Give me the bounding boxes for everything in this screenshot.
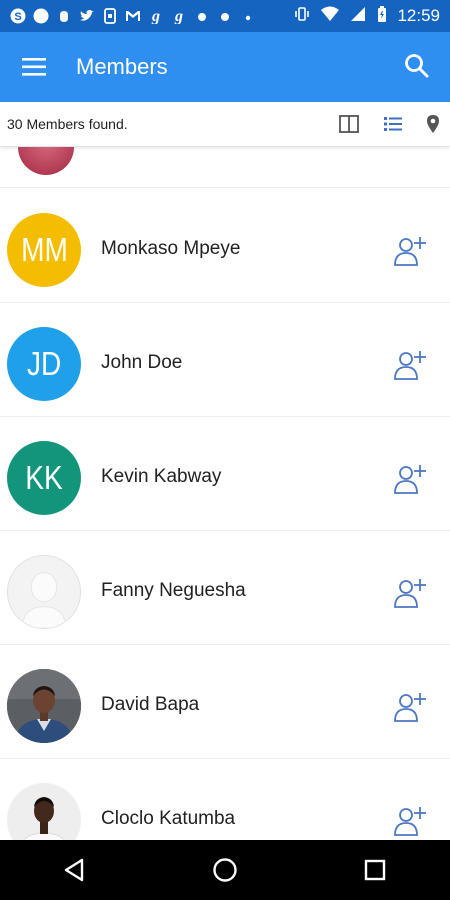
avatar-initials: KK [25, 459, 63, 496]
dot-icon [240, 8, 256, 24]
status-clock: 12:59 [397, 6, 440, 25]
columns-view-icon [339, 115, 359, 133]
list-item[interactable]: JD John Doe [0, 302, 450, 417]
avatar: JD [7, 327, 81, 401]
member-name: Monkaso Mpeye [101, 238, 241, 259]
fist-icon [56, 8, 72, 24]
recents-button[interactable] [360, 855, 390, 885]
svg-text:S: S [14, 11, 21, 23]
page-title: Members [76, 54, 168, 79]
add-member-button[interactable] [393, 462, 427, 496]
twitter-icon [79, 8, 95, 24]
skype-icon: S [10, 8, 26, 24]
status-bar: S g g 12:59 [0, 0, 450, 32]
add-member-button[interactable] [393, 690, 427, 724]
g-icon: g [171, 8, 187, 24]
avatar [18, 147, 74, 175]
search-icon [405, 54, 429, 78]
vibrate-icon [293, 5, 311, 28]
home-circle-icon [213, 858, 237, 882]
system-navigation-bar [0, 840, 450, 900]
recents-square-icon [364, 859, 386, 881]
add-person-icon [394, 579, 426, 608]
results-count: 30 Members found. [7, 116, 128, 132]
member-name: Fanny Neguesha [101, 580, 246, 601]
dot-icon [217, 8, 233, 24]
add-person-icon [394, 807, 426, 836]
back-triangle-icon [64, 858, 84, 882]
default-avatar-icon [21, 572, 67, 628]
system-indicators: 12:59 [293, 0, 440, 32]
members-list[interactable]: MM Monkaso Mpeye JD John Doe KK Kevin Ka… [0, 147, 450, 840]
add-member-button[interactable] [393, 234, 427, 268]
wifi-icon [320, 5, 340, 28]
avatar: MM [7, 213, 81, 287]
svg-text:g: g [151, 8, 160, 24]
gmail-icon [125, 8, 141, 24]
add-person-icon [394, 693, 426, 722]
avatar: KK [7, 441, 81, 515]
add-person-icon [394, 237, 426, 266]
g-icon: g [148, 8, 164, 24]
grid-view-button[interactable] [338, 113, 360, 135]
member-name: Kevin Kabway [101, 466, 222, 487]
map-view-button[interactable] [423, 113, 445, 135]
member-name: David Bapa [101, 694, 200, 715]
avatar [7, 555, 81, 629]
battery-icon [376, 5, 388, 28]
add-person-icon [394, 351, 426, 380]
list-item[interactable]: David Bapa [0, 644, 450, 759]
notification-icons: S g g [0, 8, 256, 24]
search-button[interactable] [402, 51, 432, 81]
back-button[interactable] [60, 855, 90, 885]
list-item[interactable]: MM Monkaso Mpeye [0, 188, 450, 303]
dot-icon [194, 8, 210, 24]
location-pin-icon [427, 115, 439, 133]
add-person-icon [394, 465, 426, 494]
svg-text:g: g [174, 8, 183, 24]
phone-app-icon [102, 8, 118, 24]
avatar [7, 669, 81, 743]
avatar-initials: MM [20, 231, 68, 268]
member-name: Cloclo Katumba [101, 808, 236, 829]
add-member-button[interactable] [393, 576, 427, 610]
hamburger-menu-icon [22, 58, 46, 76]
app-bar: Members [0, 32, 450, 102]
list-item[interactable]: KK Kevin Kabway [0, 416, 450, 531]
list-item[interactable]: Cloclo Katumba [0, 758, 450, 840]
list-view-icon [384, 117, 402, 131]
add-member-button[interactable] [393, 804, 427, 838]
signal-icon [349, 5, 367, 28]
menu-button[interactable] [20, 54, 50, 80]
results-toolbar: 30 Members found. [0, 102, 450, 147]
home-button[interactable] [210, 855, 240, 885]
circle-notification-icon [33, 8, 49, 24]
list-item[interactable]: Fanny Neguesha [0, 530, 450, 645]
list-view-button[interactable] [382, 113, 404, 135]
avatar [7, 783, 81, 840]
member-name: John Doe [101, 352, 183, 373]
profile-photo [7, 783, 81, 840]
profile-photo [7, 669, 81, 743]
avatar-initials: JD [26, 345, 62, 382]
add-member-button[interactable] [393, 348, 427, 382]
